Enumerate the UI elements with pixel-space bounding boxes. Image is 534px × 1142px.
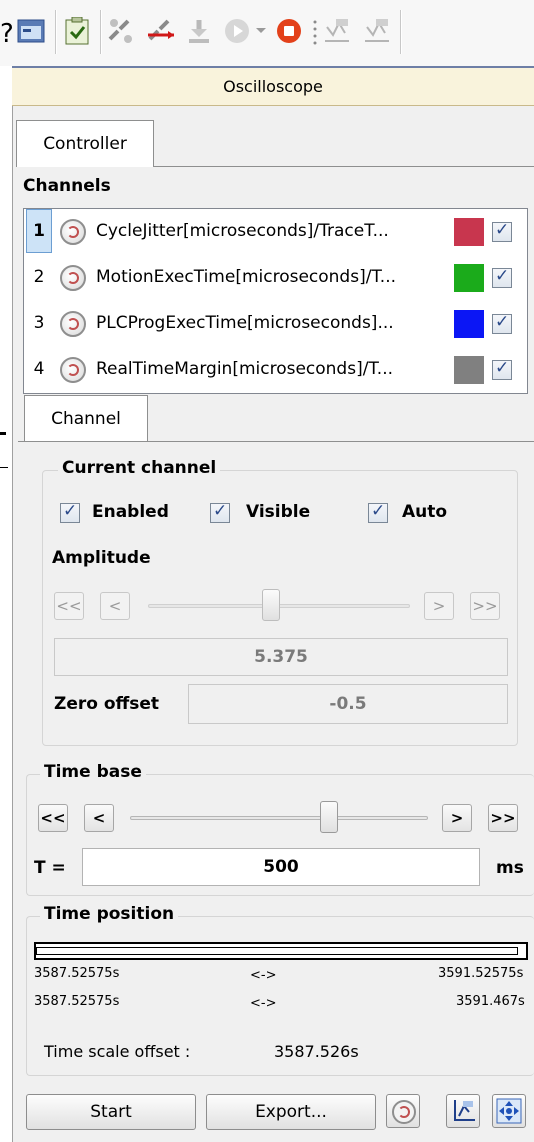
channel-checkbox[interactable] [492, 266, 512, 288]
axis-scale-icon [454, 1100, 475, 1121]
toolbar-separator [400, 10, 402, 54]
channel-number: 2 [33, 267, 45, 287]
oscilloscope-title: Oscilloscope [223, 77, 323, 96]
view-start: 3587.52575s [34, 994, 120, 1009]
visible-label: Visible [246, 502, 311, 522]
channel-color-swatch[interactable] [454, 310, 484, 338]
toolbar: ? [0, 0, 534, 66]
check-icon[interactable] [60, 14, 94, 48]
view-end: 3591.467s [456, 994, 525, 1009]
amplitude-prev-button[interactable]: < [100, 592, 130, 620]
time-base-slider-track[interactable] [130, 816, 428, 820]
time-base-title: Time base [40, 762, 146, 782]
range-start: 3587.52575s [34, 966, 120, 981]
channel-name: MotionExecTime[microseconds]/T... [96, 267, 397, 287]
list-item[interactable]: 3 PLCProgExecTime[microseconds]... [24, 301, 527, 347]
trace-icon-2[interactable] [360, 14, 394, 48]
list-item[interactable]: 1 CycleJitter[microseconds]/TraceT... [24, 209, 527, 255]
link-icon[interactable] [104, 14, 138, 48]
scope-icon [392, 1100, 416, 1124]
toolbar-separator [100, 10, 102, 54]
tab-baseline [18, 441, 534, 442]
margin-mark [0, 467, 8, 468]
time-base-last-button[interactable]: >> [488, 804, 518, 832]
toolbar-grip [312, 18, 318, 52]
time-position-scrollbar[interactable] [34, 942, 528, 960]
list-item[interactable]: 4 RealTimeMargin[microseconds]/T... [24, 347, 527, 393]
t-label: T = [34, 858, 66, 878]
scope-icon [60, 219, 86, 245]
amplitude-label: Amplitude [52, 548, 151, 568]
channel-checkbox[interactable] [492, 358, 512, 380]
channel-checkbox[interactable] [492, 220, 512, 242]
trace-icon[interactable] [320, 14, 354, 48]
time-scale-offset-label: Time scale offset : [44, 1042, 191, 1061]
left-margin [0, 66, 12, 1142]
channel-name: RealTimeMargin[microseconds]/T... [96, 359, 394, 379]
current-channel-title: Current channel [58, 458, 221, 478]
time-base-prev-button[interactable]: < [84, 804, 114, 832]
amplitude-value-field[interactable]: 5.375 [54, 638, 508, 676]
toolbar-separator [55, 10, 57, 54]
tab-controller-label: Controller [43, 134, 127, 154]
range-end: 3591.52575s [438, 966, 524, 981]
amplitude-first-button[interactable]: << [54, 592, 84, 620]
scope-icon-inner [398, 1106, 410, 1118]
enabled-checkbox[interactable] [60, 501, 80, 523]
channel-number: 3 [33, 313, 45, 333]
margin-glyph [0, 34, 10, 56]
list-item[interactable]: 2 MotionExecTime[microseconds]/T... [24, 255, 527, 301]
zero-offset-label: Zero offset [54, 694, 160, 714]
channel-name: PLCProgExecTime[microseconds]... [96, 313, 394, 333]
amplitude-next-button[interactable]: > [424, 592, 454, 620]
margin-mark [0, 432, 6, 435]
time-position-window[interactable] [36, 947, 518, 955]
unlink-icon[interactable] [144, 14, 178, 48]
amplitude-last-button[interactable]: >> [470, 592, 500, 620]
time-base-next-button[interactable]: > [442, 804, 472, 832]
axis-scale-button[interactable] [446, 1094, 480, 1128]
channel-color-swatch[interactable] [454, 218, 484, 246]
zero-offset-field[interactable]: -0.5 [188, 684, 508, 724]
time-base-first-button[interactable]: << [38, 804, 68, 832]
range-separator: <-> [250, 968, 277, 983]
download-icon[interactable] [182, 14, 216, 48]
channel-color-swatch[interactable] [454, 356, 484, 384]
time-base-input[interactable]: 500 [82, 848, 480, 886]
time-position-title: Time position [40, 904, 179, 924]
view-separator: <-> [250, 996, 277, 1011]
dropdown-icon[interactable] [250, 14, 272, 48]
pan-icon [496, 1098, 522, 1124]
tab-channel[interactable]: Channel [24, 395, 148, 441]
stop-icon[interactable] [272, 14, 306, 48]
tab-channel-label: Channel [51, 408, 121, 429]
time-unit-label: ms [496, 858, 524, 878]
enabled-label: Enabled [92, 502, 169, 522]
panel-icon[interactable] [14, 14, 48, 48]
auto-label: Auto [402, 502, 448, 522]
export-button[interactable]: Export... [206, 1094, 376, 1130]
scope-icon [60, 311, 86, 337]
channel-number: 1 [26, 209, 52, 253]
pan-button[interactable] [492, 1094, 526, 1128]
play-icon[interactable] [220, 14, 254, 48]
oscilloscope-header: Oscilloscope [12, 66, 534, 106]
tab-controller[interactable]: Controller [16, 120, 154, 167]
channels-heading: Channels [23, 176, 111, 196]
visible-checkbox[interactable] [210, 501, 230, 523]
start-button[interactable]: Start [26, 1094, 196, 1130]
scope-icon [60, 357, 86, 383]
time-base-slider-thumb[interactable] [320, 801, 338, 833]
channel-name: CycleJitter[microseconds]/TraceT... [96, 221, 389, 241]
channel-color-swatch[interactable] [454, 264, 484, 292]
time-scale-offset-value: 3587.526s [274, 1042, 359, 1061]
scope-settings-button[interactable] [386, 1094, 420, 1128]
scope-icon [60, 265, 86, 291]
auto-checkbox[interactable] [368, 501, 388, 523]
channel-number: 4 [33, 359, 45, 379]
channel-checkbox[interactable] [492, 312, 512, 334]
channels-list[interactable]: 1 CycleJitter[microseconds]/TraceT... 2 … [23, 208, 528, 394]
amplitude-slider-thumb[interactable] [262, 589, 280, 621]
